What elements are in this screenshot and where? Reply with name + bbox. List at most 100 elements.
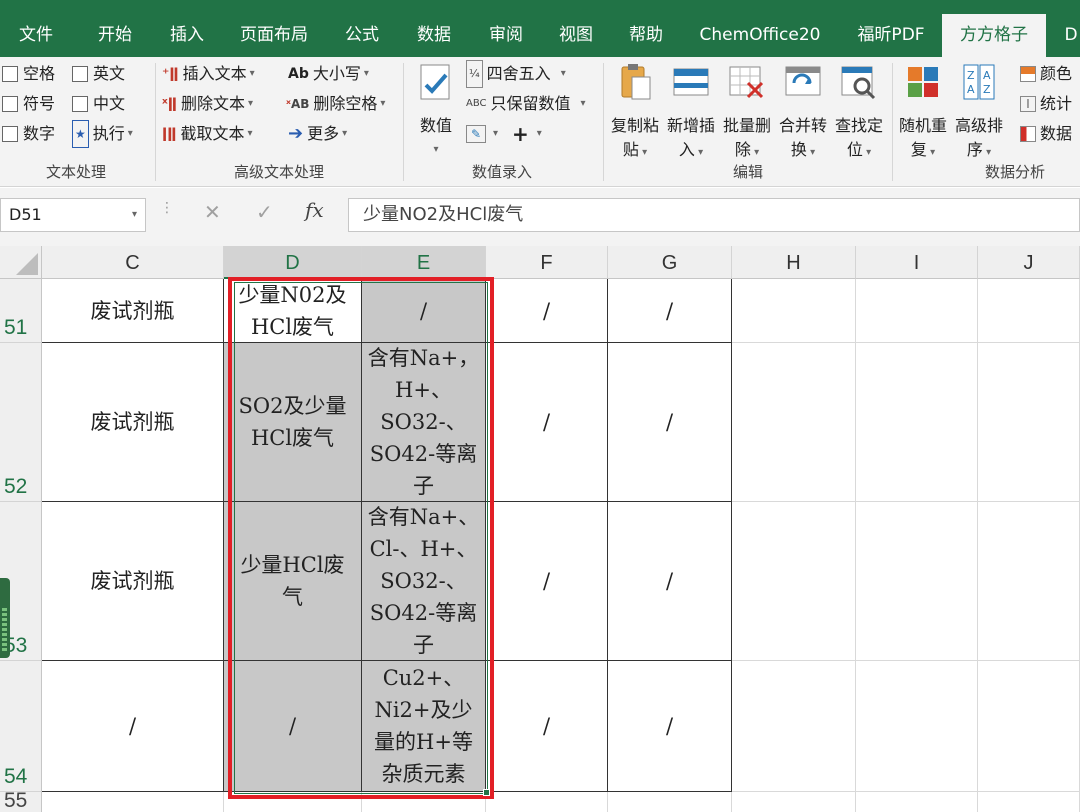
tab-view[interactable]: 视图 bbox=[544, 0, 608, 57]
checkbox-icon[interactable] bbox=[72, 96, 88, 112]
check-space[interactable]: 空格 bbox=[2, 61, 55, 87]
cancel-icon[interactable]: ✕ bbox=[204, 200, 221, 224]
cell-e54[interactable]: Cu2+、Ni2+及少量的H+等杂质元素 bbox=[362, 661, 486, 792]
round-button[interactable]: ¼ 四舍五入 ▾ bbox=[466, 60, 566, 88]
plus-icon[interactable]: + bbox=[512, 121, 529, 147]
cell-e55[interactable] bbox=[362, 792, 486, 812]
enter-icon[interactable]: ✓ bbox=[256, 200, 273, 224]
merge-convert-button[interactable]: 合并转 换 ▾ bbox=[774, 61, 832, 165]
cell-j53[interactable] bbox=[978, 502, 1080, 661]
cell-h55[interactable] bbox=[732, 792, 856, 812]
execute-button[interactable]: ★ 执行 ▾ bbox=[72, 120, 133, 148]
fill-button[interactable]: ✎ ▾ + ▾ bbox=[466, 121, 542, 147]
tab-page-layout[interactable]: 页面布局 bbox=[228, 0, 320, 57]
insert-function-icon[interactable]: fx bbox=[305, 198, 324, 222]
cell-j54[interactable] bbox=[978, 661, 1080, 792]
checkbox-icon[interactable] bbox=[72, 66, 88, 82]
cell-c54[interactable]: / bbox=[42, 661, 224, 792]
tab-overflow[interactable]: D bbox=[1056, 0, 1080, 57]
cell-i52[interactable] bbox=[856, 343, 978, 502]
tab-help[interactable]: 帮助 bbox=[614, 0, 678, 57]
column-header-f[interactable]: F bbox=[486, 246, 608, 279]
name-box[interactable]: D51 ▾ bbox=[0, 198, 146, 232]
tab-foxit-pdf[interactable]: 福昕PDF bbox=[846, 0, 936, 57]
cell-g51[interactable]: / bbox=[608, 279, 732, 343]
row-header-51[interactable]: 51 bbox=[0, 279, 42, 343]
checkbox-icon[interactable] bbox=[2, 126, 18, 142]
cell-h51[interactable] bbox=[732, 279, 856, 343]
case-button[interactable]: Ab 大小写 ▾ bbox=[288, 61, 369, 87]
tab-insert[interactable]: 插入 bbox=[152, 0, 222, 57]
cell-c55[interactable] bbox=[42, 792, 224, 812]
cell-h52[interactable] bbox=[732, 343, 856, 502]
numeric-button[interactable]: 数值 ▾ bbox=[410, 61, 462, 162]
batch-delete-button[interactable]: 批量删 除 ▾ bbox=[718, 61, 776, 165]
cell-f54[interactable]: / bbox=[486, 661, 608, 792]
tab-home[interactable]: 开始 bbox=[80, 0, 150, 57]
check-english[interactable]: 英文 bbox=[72, 61, 125, 87]
add-insert-button[interactable]: 新增插 入 ▾ bbox=[662, 61, 720, 165]
row-header-55[interactable]: 55 bbox=[0, 789, 42, 812]
tab-fangfang-gezi[interactable]: 方方格子 bbox=[942, 14, 1046, 57]
cell-d55[interactable] bbox=[224, 792, 362, 812]
formula-input[interactable]: 少量NO2及HCl废气 bbox=[348, 198, 1080, 232]
row-header-52[interactable]: 52 bbox=[0, 343, 42, 502]
cell-i55[interactable] bbox=[856, 792, 978, 812]
cell-d51[interactable]: 少量N02及HCl废气 bbox=[224, 279, 362, 343]
tab-data[interactable]: 数据 bbox=[402, 0, 466, 57]
tab-formulas[interactable]: 公式 bbox=[330, 0, 394, 57]
cell-f52[interactable]: / bbox=[486, 343, 608, 502]
select-all-button[interactable] bbox=[0, 246, 42, 279]
delete-text-button[interactable]: ˣǁ 删除文本 ▾ bbox=[162, 91, 253, 117]
fill-handle[interactable] bbox=[483, 789, 490, 796]
cell-h54[interactable] bbox=[732, 661, 856, 792]
cell-f51[interactable]: / bbox=[486, 279, 608, 343]
tab-review[interactable]: 审阅 bbox=[474, 0, 538, 57]
cell-e51[interactable]: / bbox=[362, 279, 486, 343]
check-number[interactable]: 数字 bbox=[2, 121, 55, 147]
find-locate-button[interactable]: 查找定 位 ▾ bbox=[830, 61, 888, 165]
column-header-c[interactable]: C bbox=[42, 246, 224, 279]
cell-g54[interactable]: / bbox=[608, 661, 732, 792]
cell-d52[interactable]: SO2及少量HCl废气 bbox=[224, 343, 362, 502]
data-button[interactable]: 数据 bbox=[1020, 121, 1072, 147]
cell-i53[interactable] bbox=[856, 502, 978, 661]
chevron-down-icon[interactable]: ▾ bbox=[132, 199, 137, 231]
cell-i54[interactable] bbox=[856, 661, 978, 792]
cell-j55[interactable] bbox=[978, 792, 1080, 812]
insert-text-button[interactable]: ⁺ǁ 插入文本 ▾ bbox=[162, 61, 255, 87]
keep-value-button[interactable]: ABC 只保留数值 ▾ bbox=[466, 91, 586, 117]
cell-g52[interactable]: / bbox=[608, 343, 732, 502]
checkbox-icon[interactable] bbox=[2, 66, 18, 82]
cell-i51[interactable] bbox=[856, 279, 978, 343]
cell-c52[interactable]: 废试剂瓶 bbox=[42, 343, 224, 502]
column-header-i[interactable]: I bbox=[856, 246, 978, 279]
cell-c53[interactable]: 废试剂瓶 bbox=[42, 502, 224, 661]
tab-chemoffice[interactable]: ChemOffice20 bbox=[690, 0, 830, 57]
cell-h53[interactable] bbox=[732, 502, 856, 661]
column-header-j[interactable]: J bbox=[978, 246, 1080, 279]
color-button[interactable]: 颜色 bbox=[1020, 61, 1072, 87]
copy-paste-button[interactable]: 复制粘 贴 ▾ bbox=[606, 61, 664, 165]
checkbox-icon[interactable] bbox=[2, 96, 18, 112]
cell-c51[interactable]: 废试剂瓶 bbox=[42, 279, 224, 343]
cell-f53[interactable]: / bbox=[486, 502, 608, 661]
random-repeat-button[interactable]: 随机重 复 ▾ bbox=[894, 61, 952, 165]
column-header-g[interactable]: G bbox=[608, 246, 732, 279]
column-header-h[interactable]: H bbox=[732, 246, 856, 279]
cell-g53[interactable]: / bbox=[608, 502, 732, 661]
check-symbol[interactable]: 符号 bbox=[2, 91, 55, 117]
cell-j52[interactable] bbox=[978, 343, 1080, 502]
cell-d53[interactable]: 少量HCl废气 bbox=[224, 502, 362, 661]
side-widget-icon[interactable] bbox=[0, 578, 10, 658]
cell-j51[interactable] bbox=[978, 279, 1080, 343]
cell-g55[interactable] bbox=[608, 792, 732, 812]
extract-text-button[interactable]: ǀǁ 截取文本 ▾ bbox=[162, 121, 252, 147]
column-header-e[interactable]: E bbox=[362, 246, 486, 279]
cell-f55[interactable] bbox=[486, 792, 608, 812]
cell-e53[interactable]: 含有Na+、Cl-、H+、SO32-、SO42-等离子 bbox=[362, 502, 486, 661]
delete-space-button[interactable]: ˣAB 删除空格 ▾ bbox=[286, 91, 385, 117]
row-header-54[interactable]: 54 bbox=[0, 661, 42, 792]
check-chinese[interactable]: 中文 bbox=[72, 91, 125, 117]
tab-file[interactable]: 文件 bbox=[6, 0, 66, 57]
